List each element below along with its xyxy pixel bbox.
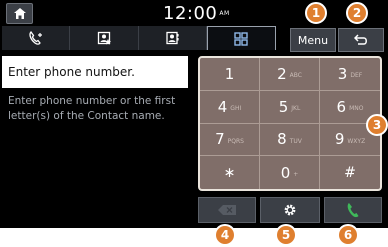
key-4[interactable]: 4 GHI	[200, 90, 260, 124]
dial-pad-icon	[234, 31, 249, 46]
key-letters: DEF	[350, 72, 363, 80]
callout-4: 4	[214, 224, 236, 246]
key-8[interactable]: 8 TUV	[260, 123, 320, 157]
key-digit: 4	[217, 97, 228, 116]
callout-5: 5	[275, 224, 297, 246]
gear-icon	[284, 204, 296, 216]
phone-dial-screen: 12:00 AM Menu Enter phone number. Enter p…	[0, 0, 388, 228]
key-3[interactable]: 3 DEF	[320, 58, 380, 91]
back-button[interactable]	[338, 28, 384, 52]
settings-button[interactable]	[260, 197, 320, 223]
key-star[interactable]: ∗	[200, 156, 260, 189]
key-2[interactable]: 2 ABC	[260, 58, 320, 91]
menu-button[interactable]: Menu	[290, 28, 336, 52]
key-1[interactable]: 1	[200, 58, 260, 91]
key-letters: ABC	[289, 72, 302, 80]
key-7[interactable]: 7 PQRS	[200, 123, 260, 157]
tab-call-history[interactable]	[2, 26, 71, 50]
clock: 12:00 AM	[163, 4, 230, 24]
clock-ampm: AM	[219, 10, 230, 17]
key-digit: 9	[334, 130, 345, 149]
key-digit: 6	[336, 97, 347, 116]
key-digit: #	[344, 164, 356, 181]
key-digit: 3	[337, 64, 348, 83]
key-digit: 5	[278, 97, 289, 116]
input-hint-text: Enter phone number or the first letter(s…	[8, 95, 176, 122]
key-letters: MNO	[349, 105, 364, 113]
phone-tabs	[2, 26, 276, 50]
tab-contacts[interactable]	[139, 26, 207, 50]
key-digit: 0	[280, 163, 291, 182]
tab-dial-pad[interactable]	[206, 26, 276, 50]
key-digit: 7	[215, 130, 225, 149]
key-letters: GHI	[230, 105, 242, 113]
home-icon	[13, 8, 26, 19]
key-digit: ∗	[223, 164, 236, 181]
tab-favorites[interactable]	[70, 26, 139, 50]
favorite-contact-icon	[97, 31, 111, 45]
key-digit: 8	[277, 130, 287, 149]
key-letters: JKL	[291, 105, 301, 113]
back-arrow-icon	[354, 34, 367, 45]
key-digit: 1	[224, 64, 235, 83]
key-letters: WXYZ	[347, 137, 366, 145]
key-letters: PQRS	[227, 137, 244, 145]
contacts-icon	[166, 31, 179, 45]
key-5[interactable]: 5 JKL	[260, 90, 320, 124]
clock-time: 12:00	[163, 3, 218, 24]
key-digit: 2	[277, 64, 287, 83]
phone-icon	[347, 203, 359, 218]
backspace-icon	[218, 205, 236, 215]
key-letters: TUV	[289, 137, 302, 145]
home-button[interactable]	[6, 3, 33, 24]
callout-3: 3	[366, 114, 388, 136]
call-history-icon	[29, 31, 42, 45]
phone-number-input[interactable]: Enter phone number.	[2, 56, 188, 88]
delete-button[interactable]	[198, 197, 256, 223]
call-button[interactable]	[324, 197, 382, 223]
dial-keypad: 1 2 ABC 3 DEF 4 GHI 5 JKL 6 MNO 7 PQRS 8 TUV 9W…	[198, 56, 382, 191]
callout-2: 2	[346, 2, 368, 24]
key-letters: +	[293, 171, 299, 179]
key-hash[interactable]: #	[320, 156, 380, 189]
callout-6: 6	[337, 224, 359, 246]
callout-1: 1	[305, 2, 327, 24]
key-0[interactable]: 0 +	[260, 156, 320, 189]
